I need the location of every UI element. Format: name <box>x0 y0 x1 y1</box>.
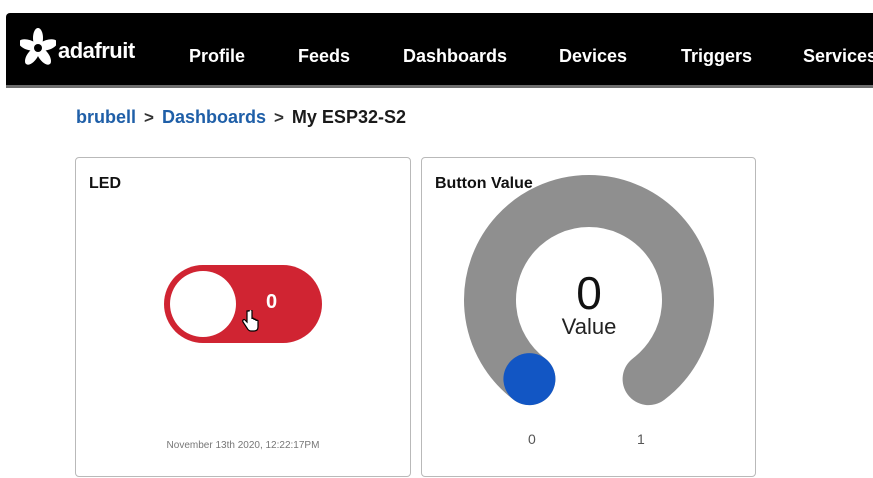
breadcrumb: brubell > Dashboards > My ESP32-S2 <box>76 107 406 128</box>
breadcrumb-current-page: My ESP32-S2 <box>291 107 406 127</box>
led-last-updated-timestamp: November 13th 2020, 12:22:17PM <box>166 440 320 451</box>
gauge-value-text: 0 <box>576 267 602 319</box>
nav-item-profile[interactable]: Profile <box>189 46 245 67</box>
toggle-value: 0 <box>266 291 278 313</box>
gauge-min-label: 0 <box>528 431 536 447</box>
nav-item-feeds[interactable]: Feeds <box>298 46 350 67</box>
gauge-max-label: 1 <box>637 431 645 447</box>
button-value-widget-card: Button Value 0 Value 0 1 <box>421 157 756 477</box>
breadcrumb-dashboards-link[interactable]: Dashboards <box>162 107 266 128</box>
adafruit-flower-icon <box>20 28 56 65</box>
gauge-level-knob <box>503 353 556 406</box>
nav-item-devices[interactable]: Devices <box>559 46 627 67</box>
breadcrumb-separator: > <box>273 107 284 127</box>
breadcrumb-separator: > <box>144 107 154 127</box>
top-navigation-bar: adafruit Profile Feeds Dashboards Device… <box>6 13 873 88</box>
nav-item-dashboards[interactable]: Dashboards <box>403 46 507 67</box>
breadcrumb-user-link[interactable]: brubell <box>76 107 136 128</box>
nav-item-triggers[interactable]: Triggers <box>681 46 752 67</box>
button-value-gauge: 0 Value <box>464 175 714 406</box>
adafruit-logo[interactable]: adafruit <box>20 23 135 73</box>
logo-text: adafruit <box>58 38 135 63</box>
led-widget-card: LED 0 November 13th 2020, 12:22:17PM <box>75 157 411 477</box>
hand-pointer-cursor-icon <box>242 310 259 332</box>
toggle-knob[interactable] <box>170 271 236 337</box>
led-widget-title: LED <box>89 175 121 192</box>
gauge-value-label: Value <box>562 314 617 339</box>
nav-item-services[interactable]: Services <box>803 46 873 67</box>
